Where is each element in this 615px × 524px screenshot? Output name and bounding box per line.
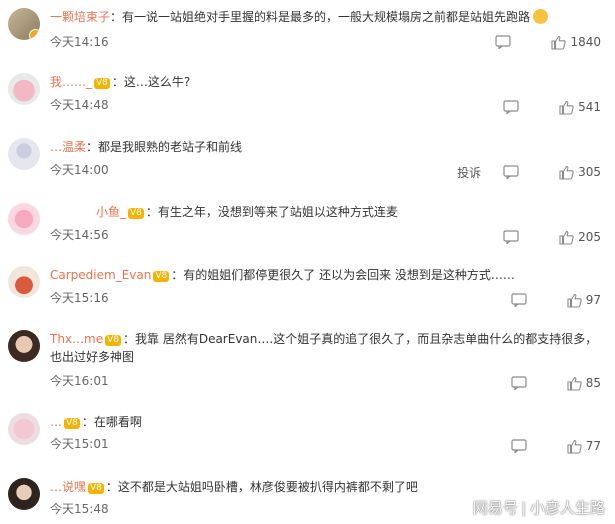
like-count: 97 — [585, 293, 601, 307]
username[interactable]: Carpediem_Evan — [50, 268, 151, 282]
comment-icon[interactable] — [511, 439, 527, 453]
comment-actions: 205 — [481, 228, 601, 246]
timestamp: 今天14:00 — [50, 163, 109, 177]
like-button[interactable]: 541 — [559, 100, 601, 115]
vip-badge: V8 — [64, 418, 80, 429]
avatar[interactable] — [8, 73, 40, 105]
avatar[interactable] — [8, 203, 40, 235]
username[interactable]: 小鱼_ — [96, 205, 126, 219]
avatar[interactable] — [8, 138, 40, 170]
comment-line: Thx…me V8 ：我靠 居然有DearEvan….这个姐子真的追了很久了，而且杂… — [50, 332, 598, 364]
comment-item: Carpediem_Evan V8 ：有的姐姐们都停更很久了 还以为会回来 没想到是… — [0, 258, 615, 323]
comment-actions: 97 — [489, 291, 601, 309]
username[interactable]: 一颗培束子 — [50, 10, 110, 24]
thumbs-up-icon — [559, 165, 574, 180]
like-button[interactable]: 305 — [559, 165, 601, 180]
watermark: 网易号 | 小彦人生路 — [472, 500, 605, 517]
thumbs-up-icon — [551, 35, 567, 50]
like-count: 77 — [585, 439, 601, 453]
comment-line: 我……_ V8 ：这…这么牛? — [50, 75, 191, 89]
username[interactable]: …温柔 — [50, 140, 86, 154]
comment-actions: 77 — [489, 437, 601, 455]
avatar[interactable] — [8, 330, 40, 362]
comment-item: 一颗培束子：有一说一站姐绝对手里握的料是最多的，一般大规模塌房之前都是站姐先跑路… — [0, 0, 615, 65]
comment-text: 有的姐姐们都停更很久了 还以为会回来 没想到是这种方式…… — [183, 268, 515, 282]
verified-badge-icon — [29, 29, 40, 40]
comment-text: 有生之年，没想到等来了站姐以这种方式连麦 — [157, 205, 398, 219]
thumbs-up-icon — [559, 230, 574, 245]
timestamp: 今天14:16 — [50, 35, 109, 49]
like-count: 541 — [578, 100, 601, 114]
thumbs-up-icon — [559, 100, 574, 115]
like-button[interactable]: 205 — [559, 230, 601, 245]
comment-text: 这不都是大站姐吗卧槽，林彦俊要被扒得内裤都不剩了吧 — [117, 480, 418, 494]
comment-item: 我……_ V8 ：这…这么牛? 今天14:48 541 — [0, 65, 615, 130]
timestamp: 今天14:48 — [50, 98, 109, 112]
like-button[interactable]: 77 — [567, 439, 601, 454]
comment-text: 在哪看啊 — [93, 415, 142, 429]
username[interactable]: …说嘿 — [50, 480, 86, 494]
vip-badge: V8 — [128, 208, 144, 219]
avatar[interactable] — [8, 413, 40, 445]
like-button[interactable]: 97 — [567, 293, 601, 308]
avatar[interactable] — [8, 266, 40, 298]
comment-actions: 投诉 305 — [457, 163, 601, 181]
vip-badge: V8 — [153, 271, 170, 282]
comment-line: … V8 ：在哪看啊 — [50, 415, 142, 429]
like-button[interactable]: 1840 — [551, 35, 601, 50]
comment-text: 都是我眼熟的老站子和前线 — [98, 140, 243, 154]
like-count: 205 — [578, 230, 601, 244]
username[interactable]: Thx…me — [50, 332, 103, 346]
like-count: 1840 — [570, 35, 601, 49]
comment-actions: 1840 — [473, 33, 601, 51]
like-button[interactable]: 85 — [567, 376, 601, 391]
comment-icon[interactable] — [495, 35, 512, 49]
timestamp: 今天16:01 — [50, 374, 109, 388]
comment-actions: 541 — [481, 98, 601, 116]
comment-item: …温柔：都是我眼熟的老站子和前线 今天14:00 投诉 305 — [0, 130, 615, 195]
emoji-icon — [533, 9, 549, 24]
comment-text: 有一说一站姐绝对手里握的料是最多的，一般大规模塌房之前都是站姐先跑路 — [122, 10, 531, 24]
comment-actions: 85 — [489, 374, 601, 392]
username[interactable]: 我……_ — [50, 75, 92, 89]
comment-item: … V8 ：在哪看啊 今天15:01 77 — [0, 405, 615, 470]
comment-icon[interactable] — [503, 165, 519, 179]
comment-item: 小鱼_ V8 ：有生之年，没想到等来了站姐以这种方式连麦 今天14:56 205 — [0, 195, 615, 260]
like-count: 305 — [578, 165, 601, 179]
timestamp: 今天15:16 — [50, 291, 109, 305]
comment-line: 小鱼_ V8 ：有生之年，没想到等来了站姐以这种方式连麦 — [96, 205, 398, 219]
username[interactable]: … — [50, 415, 62, 429]
thumbs-up-icon — [567, 439, 582, 454]
thumbs-up-icon — [567, 293, 582, 308]
comment-icon[interactable] — [511, 293, 527, 307]
comment-line: …说嘿 V8 ：这不都是大站姐吗卧槽，林彦俊要被扒得内裤都不剩了吧 — [50, 480, 418, 494]
report-link[interactable]: 投诉 — [457, 164, 481, 181]
thumbs-up-icon — [567, 376, 582, 391]
avatar[interactable] — [8, 8, 40, 40]
timestamp: 今天14:56 — [50, 228, 109, 242]
vip-badge: V8 — [94, 78, 110, 89]
comment-icon[interactable] — [503, 100, 519, 114]
comment-line: 一颗培束子：有一说一站姐绝对手里握的料是最多的，一般大规模塌房之前都是站姐先跑路 — [50, 8, 603, 26]
like-count: 85 — [585, 376, 601, 390]
comment-text: 这…这么牛? — [123, 75, 191, 89]
vip-badge: V8 — [88, 483, 104, 494]
timestamp: 今天15:01 — [50, 437, 109, 451]
timestamp: 今天15:48 — [50, 502, 109, 516]
comment-item: Thx…me V8 ：我靠 居然有DearEvan….这个姐子真的追了很久了，而且杂… — [0, 322, 615, 400]
comment-icon[interactable] — [503, 230, 519, 244]
comment-line: Carpediem_Evan V8 ：有的姐姐们都停更很久了 还以为会回来 没想到是… — [50, 268, 515, 282]
vip-badge: V8 — [105, 335, 121, 346]
avatar[interactable] — [8, 478, 40, 510]
comment-icon[interactable] — [511, 376, 527, 390]
comment-line: …温柔：都是我眼熟的老站子和前线 — [50, 140, 243, 154]
